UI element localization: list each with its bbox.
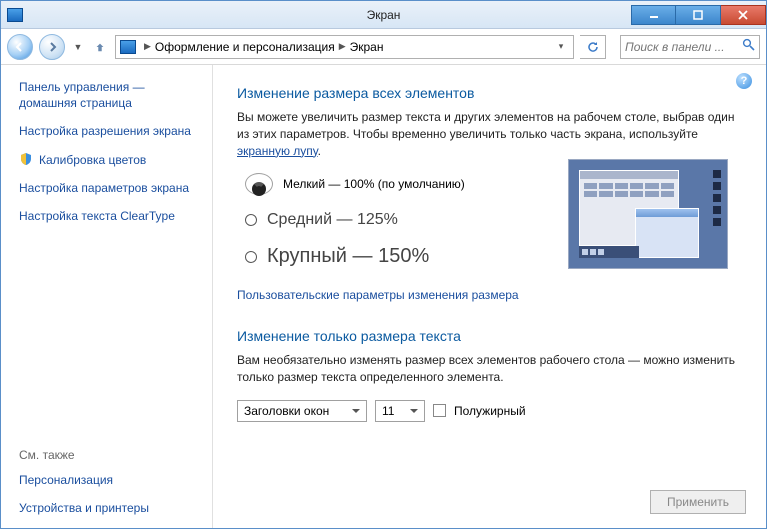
radio-icon[interactable]: [245, 251, 257, 263]
forward-button[interactable]: [39, 34, 65, 60]
content: ? Изменение размера всех элементов Вы мо…: [213, 65, 766, 528]
custom-sizing-link[interactable]: Пользовательские параметры изменения раз…: [237, 288, 519, 302]
description-text-only: Вам необязательно изменять размер всех э…: [237, 352, 746, 386]
bold-label: Полужирный: [454, 404, 526, 418]
text-size-row: Заголовки окон 11 Полужирный: [237, 400, 746, 422]
description-resize-all: Вы можете увеличить размер текста и друг…: [237, 109, 746, 159]
window-controls: [631, 5, 766, 25]
magnifier-link[interactable]: экранную лупу: [237, 144, 318, 158]
up-button[interactable]: [91, 34, 109, 60]
window-title: Экран: [367, 8, 401, 22]
sidebar-link-home[interactable]: Панель управления — домашняя страница: [19, 79, 204, 111]
see-also-header: См. также: [19, 448, 204, 462]
sidebar-link-params[interactable]: Настройка параметров экрана: [19, 180, 204, 196]
sidebar-link-cleartype[interactable]: Настройка текста ClearType: [19, 208, 204, 224]
heading-text-only: Изменение только размера текста: [237, 328, 746, 344]
radio-icon[interactable]: [245, 173, 273, 195]
heading-resize-all: Изменение размера всех элементов: [237, 85, 746, 101]
maximize-button[interactable]: [676, 5, 721, 25]
app-icon: [7, 8, 23, 22]
location-icon: [120, 40, 136, 54]
element-select[interactable]: Заголовки окон: [237, 400, 367, 422]
preview-image: [568, 159, 728, 269]
breadcrumb-item[interactable]: Оформление и персонализация: [155, 40, 335, 54]
bold-checkbox[interactable]: [433, 404, 446, 417]
apply-button[interactable]: Применить: [650, 490, 746, 514]
refresh-button[interactable]: [580, 35, 606, 59]
minimize-button[interactable]: [631, 5, 676, 25]
seealso-devices[interactable]: Устройства и принтеры: [19, 500, 204, 516]
see-also: См. также Персонализация Устройства и пр…: [19, 448, 204, 516]
search-box[interactable]: [620, 35, 760, 59]
breadcrumb-item[interactable]: Экран: [350, 40, 384, 54]
address-bar[interactable]: ▶ Оформление и персонализация ▶ Экран ▾: [115, 35, 574, 59]
chevron-right-icon: ▶: [339, 41, 346, 52]
sidebar-link-resolution[interactable]: Настройка разрешения экрана: [19, 123, 204, 139]
shield-icon: [19, 152, 33, 166]
search-icon[interactable]: [742, 38, 755, 56]
close-button[interactable]: [721, 5, 766, 25]
history-dropdown[interactable]: ▼: [71, 42, 85, 52]
sidebar-link-calibrate[interactable]: Калибровка цветов: [19, 152, 204, 168]
radio-icon[interactable]: [245, 214, 257, 226]
sidebar: Панель управления — домашняя страница На…: [1, 65, 213, 528]
titlebar: Экран: [1, 1, 766, 29]
help-icon[interactable]: ?: [736, 73, 752, 89]
size-select[interactable]: 11: [375, 400, 425, 422]
address-dropdown-icon[interactable]: ▾: [553, 41, 569, 52]
seealso-personalization[interactable]: Персонализация: [19, 472, 204, 488]
back-button[interactable]: [7, 34, 33, 60]
search-input[interactable]: [625, 40, 742, 54]
nav-row: ▼ ▶ Оформление и персонализация ▶ Экран …: [1, 29, 766, 65]
chevron-right-icon: ▶: [144, 41, 151, 52]
